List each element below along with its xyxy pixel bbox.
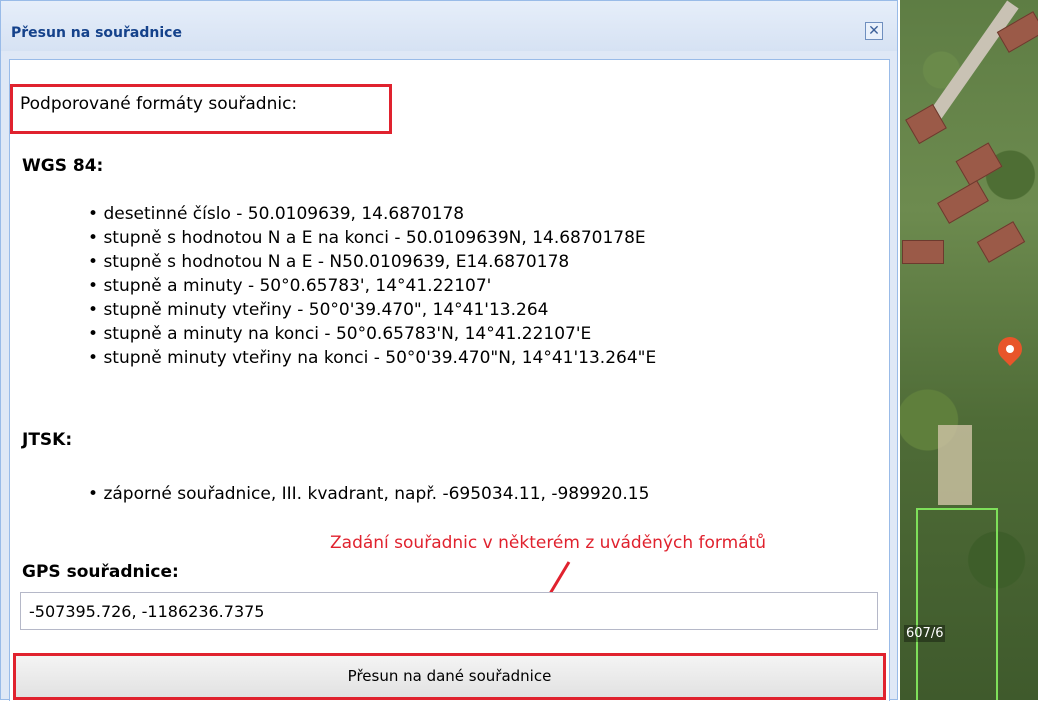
map-building	[902, 240, 944, 264]
formats-heading: Podporované formáty souřadnic:	[20, 94, 298, 114]
list-item: záporné souřadnice, III. kvadrant, např.…	[88, 482, 649, 506]
list-item: stupně a minuty - 50°0.65783', 14°41.221…	[88, 274, 656, 298]
map-parcel-label: 607/6	[904, 625, 946, 642]
move-to-coordinates-button[interactable]: Přesun na dané souřadnice	[13, 653, 886, 700]
jtsk-format-list: záporné souřadnice, III. kvadrant, např.…	[88, 482, 649, 506]
wgs84-format-list: desetinné číslo - 50.0109639, 14.6870178…	[88, 202, 656, 370]
list-item: stupně minuty vteřiny - 50°0'39.470", 14…	[88, 298, 656, 322]
map-field	[938, 425, 972, 505]
jtsk-heading: JTSK:	[22, 430, 73, 450]
dialog-title: Přesun na souřadnice	[11, 25, 182, 41]
dialog-titlebar[interactable]: Přesun na souřadnice ✕	[1, 1, 897, 51]
map-parcel	[916, 508, 998, 700]
gps-coordinates-input[interactable]	[20, 592, 878, 630]
map-view[interactable]: 607/6	[900, 0, 1038, 700]
dialog-body: Podporované formáty souřadnic: WGS 84: d…	[9, 59, 890, 701]
list-item: stupně s hodnotou N a E na konci - 50.01…	[88, 226, 656, 250]
move-to-coordinates-dialog: Přesun na souřadnice ✕ Podporované formá…	[0, 0, 898, 701]
wgs84-heading: WGS 84:	[22, 156, 104, 176]
close-icon[interactable]: ✕	[865, 22, 883, 40]
list-item: stupně minuty vteřiny na konci - 50°0'39…	[88, 346, 656, 370]
list-item: stupně a minuty na konci - 50°0.65783'N,…	[88, 322, 656, 346]
map-building	[976, 221, 1026, 263]
map-building	[937, 180, 989, 224]
annotation-hint: Zadání souřadnic v některém z uváděných …	[330, 533, 767, 553]
location-pin-icon[interactable]	[993, 332, 1027, 366]
map-building	[955, 142, 1003, 186]
gps-label: GPS souřadnice:	[22, 562, 179, 582]
list-item: stupně s hodnotou N a E - N50.0109639, E…	[88, 250, 656, 274]
list-item: desetinné číslo - 50.0109639, 14.6870178	[88, 202, 656, 226]
